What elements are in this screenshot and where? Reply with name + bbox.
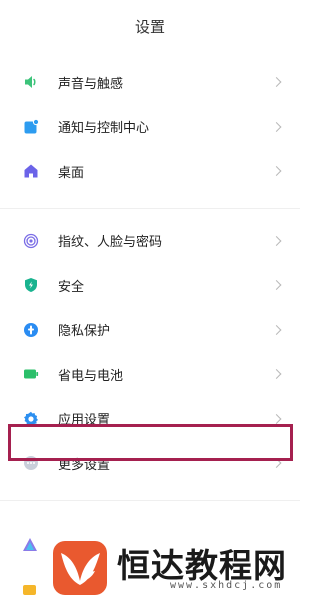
- settings-item-fingerprint-face-password[interactable]: 指纹、人脸与密码: [0, 219, 300, 264]
- top-bar: 设置: [0, 0, 300, 52]
- settings-item-label: 更多设置: [58, 457, 111, 473]
- settings-item-label: 应用设置: [58, 413, 111, 429]
- settings-item-security[interactable]: 安全: [0, 263, 300, 308]
- settings-item-label: 省电与电池: [58, 368, 124, 384]
- more-icon: [22, 454, 40, 472]
- settings-item-label: 通知与控制中心: [58, 121, 150, 137]
- settings-item-notifications[interactable]: 通知与控制中心: [0, 105, 300, 150]
- settings-item-label: 桌面: [58, 165, 85, 181]
- privacy-icon: [22, 321, 40, 339]
- settings-item-battery[interactable]: 省电与电池: [0, 352, 300, 397]
- section-divider: [0, 500, 300, 501]
- settings-group-1: 声音与触感 通知与控制中心 桌面: [0, 60, 300, 194]
- gear-icon: [22, 410, 40, 428]
- settings-item-label: 指纹、人脸与密码: [58, 235, 163, 251]
- settings-item-label: 安全: [58, 279, 85, 295]
- shield-icon: [22, 276, 40, 294]
- settings-item-app-settings[interactable]: 应用设置: [0, 397, 300, 442]
- page-title: 设置: [134, 17, 165, 36]
- speaker-icon: [22, 73, 40, 91]
- home-icon: [22, 162, 40, 180]
- settings-item-more-settings[interactable]: 更多设置: [0, 441, 300, 486]
- watermark-logo: [53, 541, 107, 595]
- battery-icon: [22, 365, 40, 383]
- fingerprint-icon: [22, 232, 40, 250]
- watermark-url: www.sxhdcj.com: [170, 580, 283, 591]
- settings-item-home-screen[interactable]: 桌面: [0, 149, 300, 194]
- watermark: 恒达教程网 www.sxhdcj.com: [45, 535, 300, 600]
- settings-item-label: 声音与触感: [58, 76, 124, 92]
- notification-icon: [22, 118, 40, 136]
- wallet-icon-partial: [22, 582, 38, 600]
- settings-item-privacy[interactable]: 隐私保护: [0, 308, 300, 353]
- settings-group-2: 指纹、人脸与密码 安全 隐私保护 省电与电池 应用设置 更多设置: [0, 219, 300, 486]
- settings-item-label: 隐私保护: [58, 324, 111, 340]
- settings-item-sound[interactable]: 声音与触感: [0, 60, 300, 105]
- section-divider: [0, 207, 300, 209]
- app-icon-partial: [22, 537, 38, 557]
